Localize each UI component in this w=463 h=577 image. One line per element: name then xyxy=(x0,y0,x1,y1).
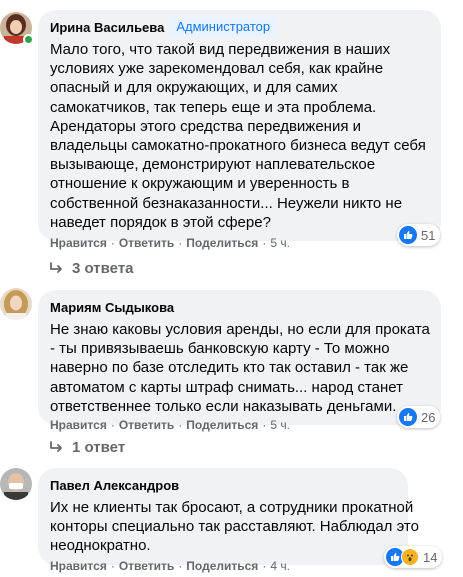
like-button[interactable]: Нравится xyxy=(50,559,107,573)
share-button[interactable]: Поделиться xyxy=(186,418,258,432)
wow-reaction-icon xyxy=(401,548,419,566)
reaction-count: 14 xyxy=(423,549,438,565)
admin-badge: Администратор xyxy=(170,18,277,36)
avatar[interactable] xyxy=(0,288,32,320)
like-button[interactable]: Нравится xyxy=(50,418,107,432)
comment-bubble: Мариям Сыдыкова Не знаю каковы условия а… xyxy=(38,290,441,426)
comment-bubble: Павел Александров Их не клиенты так брос… xyxy=(38,468,419,565)
replies-count-label[interactable]: 1 ответ xyxy=(72,439,125,456)
like-button[interactable]: Нравится xyxy=(50,236,107,250)
reaction-summary[interactable]: 26 xyxy=(397,406,441,428)
comment-actions: Нравится · Ответить · Поделиться · 5 ч. xyxy=(50,418,290,432)
share-button[interactable]: Поделиться xyxy=(186,236,258,250)
reaction-summary[interactable]: 14 xyxy=(384,546,443,568)
timestamp[interactable]: 5 ч. xyxy=(270,236,290,250)
like-reaction-icon xyxy=(399,226,417,244)
replies-count-label[interactable]: 3 ответа xyxy=(72,260,134,277)
reply-arrow-icon xyxy=(50,441,62,452)
view-replies-link[interactable]: 3 ответа xyxy=(50,258,134,278)
comment-actions: Нравится · Ответить · Поделиться · 5 ч. xyxy=(50,236,290,250)
share-button[interactable]: Поделиться xyxy=(186,559,258,573)
reply-button[interactable]: Ответить xyxy=(119,236,174,250)
reply-button[interactable]: Ответить xyxy=(119,559,174,573)
reply-arrow-icon xyxy=(50,262,62,273)
reaction-count: 51 xyxy=(421,227,436,243)
avatar[interactable] xyxy=(0,468,32,500)
comment-bubble: Ирина Васильева Администратор Мало того,… xyxy=(38,10,441,242)
timestamp[interactable]: 4 ч. xyxy=(270,559,290,573)
author-name[interactable]: Мариям Сыдыкова xyxy=(50,300,174,315)
author-name[interactable]: Ирина Васильева xyxy=(50,20,164,35)
reply-button[interactable]: Ответить xyxy=(119,418,174,432)
online-status-dot xyxy=(23,34,34,45)
comment-text: Их не клиенты так бросают, а сотрудники … xyxy=(50,499,419,555)
reaction-count: 26 xyxy=(421,409,436,425)
comment-text: Не знаю каковы условия аренды, но если д… xyxy=(50,321,430,415)
comment-actions: Нравится · Ответить · Поделиться · 4 ч. xyxy=(50,559,290,573)
reaction-summary[interactable]: 51 xyxy=(397,224,441,246)
author-name[interactable]: Павел Александров xyxy=(50,478,179,493)
view-replies-link[interactable]: 1 ответ xyxy=(50,437,125,457)
comment-text: Мало того, что такой вид передвижения в … xyxy=(50,41,426,231)
like-reaction-icon xyxy=(399,408,417,426)
timestamp[interactable]: 5 ч. xyxy=(270,418,290,432)
